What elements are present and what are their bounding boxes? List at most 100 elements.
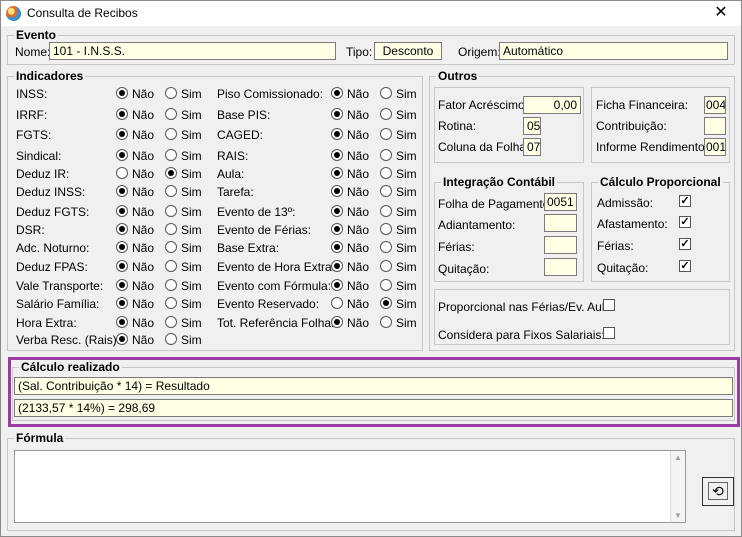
radio-sim[interactable] <box>165 297 177 309</box>
radio-nao[interactable] <box>116 279 128 291</box>
contribuicao-label: Contribuição: <box>596 119 667 133</box>
radio-sim-label: Sim <box>181 260 202 274</box>
radio-nao-label: Não <box>132 316 155 330</box>
radio-nao[interactable] <box>331 223 343 235</box>
radio-sim[interactable] <box>380 241 392 253</box>
radio-nao-label: Não <box>132 223 155 237</box>
radio-sim[interactable] <box>165 241 177 253</box>
undo-button[interactable]: ⟲ <box>702 477 734 506</box>
informe-field[interactable]: 001 <box>704 138 726 156</box>
radio-sim[interactable] <box>380 279 392 291</box>
quitacao-proporcional-checkbox[interactable]: ✓ <box>679 260 691 272</box>
radio-nao[interactable] <box>116 128 128 140</box>
ficha-field[interactable]: 004 <box>704 96 726 114</box>
radio-sim[interactable] <box>380 297 392 309</box>
scroll-down-icon[interactable]: ▼ <box>674 511 682 520</box>
prop-ferias-checkbox[interactable] <box>603 299 615 311</box>
indicator-label: Evento com Fórmula: <box>217 279 332 293</box>
radio-nao[interactable] <box>331 108 343 120</box>
indicator-label: RAIS: <box>217 149 249 163</box>
radio-nao[interactable] <box>331 241 343 253</box>
quitacao-integracao-field[interactable] <box>544 258 577 276</box>
adiantamento-field[interactable] <box>544 214 577 232</box>
radio-nao[interactable] <box>331 87 343 99</box>
radio-sim[interactable] <box>380 167 392 179</box>
radio-nao[interactable] <box>116 149 128 161</box>
radio-sim[interactable] <box>380 205 392 217</box>
radio-nao[interactable] <box>116 333 128 345</box>
radio-sim[interactable] <box>380 260 392 272</box>
calculo-result-field[interactable]: (2133,57 * 14%) = 298,69 <box>14 399 733 417</box>
radio-nao[interactable] <box>116 223 128 235</box>
coluna-field[interactable]: 07 <box>523 138 541 156</box>
fator-field[interactable]: 0,00 <box>523 96 581 114</box>
radio-nao[interactable] <box>116 205 128 217</box>
radio-sim[interactable] <box>165 260 177 272</box>
radio-nao[interactable] <box>331 316 343 328</box>
indicator-label: Evento de 13º: <box>217 205 296 219</box>
radio-sim[interactable] <box>380 128 392 140</box>
radio-nao[interactable] <box>331 185 343 197</box>
radio-sim[interactable] <box>165 205 177 217</box>
folha-pagamento-field[interactable]: 0051 <box>544 193 577 211</box>
indicator-label: INSS: <box>16 87 48 101</box>
radio-nao[interactable] <box>331 297 343 309</box>
radio-sim[interactable] <box>380 223 392 235</box>
ferias-proporcional-checkbox[interactable]: ✓ <box>679 238 691 250</box>
nome-field[interactable]: 101 - I.N.S.S. <box>49 42 336 60</box>
radio-nao[interactable] <box>331 279 343 291</box>
ferias-integracao-field[interactable] <box>544 236 577 254</box>
formula-scrollbar[interactable]: ▲ ▼ <box>670 451 685 522</box>
radio-sim[interactable] <box>165 108 177 120</box>
radio-nao[interactable] <box>331 260 343 272</box>
radio-nao-label: Não <box>347 108 370 122</box>
radio-sim-label: Sim <box>396 260 417 274</box>
quitacao-proporcional-label: Quitação: <box>597 261 649 275</box>
radio-nao-label: Não <box>132 128 155 142</box>
tipo-field[interactable]: Desconto <box>374 42 442 60</box>
radio-sim[interactable] <box>165 333 177 345</box>
radio-nao[interactable] <box>331 149 343 161</box>
fixos-salariais-checkbox[interactable] <box>603 327 615 339</box>
radio-nao[interactable] <box>331 128 343 140</box>
radio-sim[interactable] <box>380 87 392 99</box>
radio-sim[interactable] <box>165 87 177 99</box>
radio-sim[interactable] <box>165 279 177 291</box>
radio-sim[interactable] <box>165 149 177 161</box>
contribuicao-field[interactable] <box>704 117 726 135</box>
radio-sim[interactable] <box>165 223 177 235</box>
radio-sim[interactable] <box>380 149 392 161</box>
rotina-field[interactable]: 05 <box>523 117 541 135</box>
formula-textarea[interactable]: ▲ ▼ <box>14 450 686 523</box>
indicator-label: Evento Reservado: <box>217 297 320 311</box>
radio-nao[interactable] <box>116 241 128 253</box>
radio-nao[interactable] <box>116 108 128 120</box>
radio-nao[interactable] <box>116 87 128 99</box>
radio-nao[interactable] <box>116 297 128 309</box>
radio-sim[interactable] <box>380 316 392 328</box>
calculo-formula-field[interactable]: (Sal. Contribuição * 14) = Resultado <box>14 377 733 395</box>
radio-sim[interactable] <box>165 167 177 179</box>
radio-nao[interactable] <box>331 205 343 217</box>
radio-sim[interactable] <box>380 185 392 197</box>
origem-field[interactable]: Automático <box>499 42 728 60</box>
radio-nao[interactable] <box>116 167 128 179</box>
radio-nao-label: Não <box>347 87 370 101</box>
radio-nao[interactable] <box>116 185 128 197</box>
radio-nao[interactable] <box>331 167 343 179</box>
radio-sim-label: Sim <box>396 108 417 122</box>
radio-nao[interactable] <box>116 260 128 272</box>
radio-sim[interactable] <box>165 128 177 140</box>
indicator-label: Evento de Hora Extra: <box>217 260 336 274</box>
radio-nao[interactable] <box>116 316 128 328</box>
radio-sim[interactable] <box>380 108 392 120</box>
scroll-up-icon[interactable]: ▲ <box>674 453 682 462</box>
rotina-label: Rotina: <box>438 119 477 133</box>
radio-sim[interactable] <box>165 185 177 197</box>
close-icon[interactable]: ✕ <box>709 2 733 24</box>
afastamento-checkbox[interactable]: ✓ <box>679 216 691 228</box>
indicator-label: Base Extra: <box>217 241 280 255</box>
title-bar: Consulta de Recibos ✕ <box>1 1 741 26</box>
admissao-checkbox[interactable]: ✓ <box>679 195 691 207</box>
radio-sim[interactable] <box>165 316 177 328</box>
